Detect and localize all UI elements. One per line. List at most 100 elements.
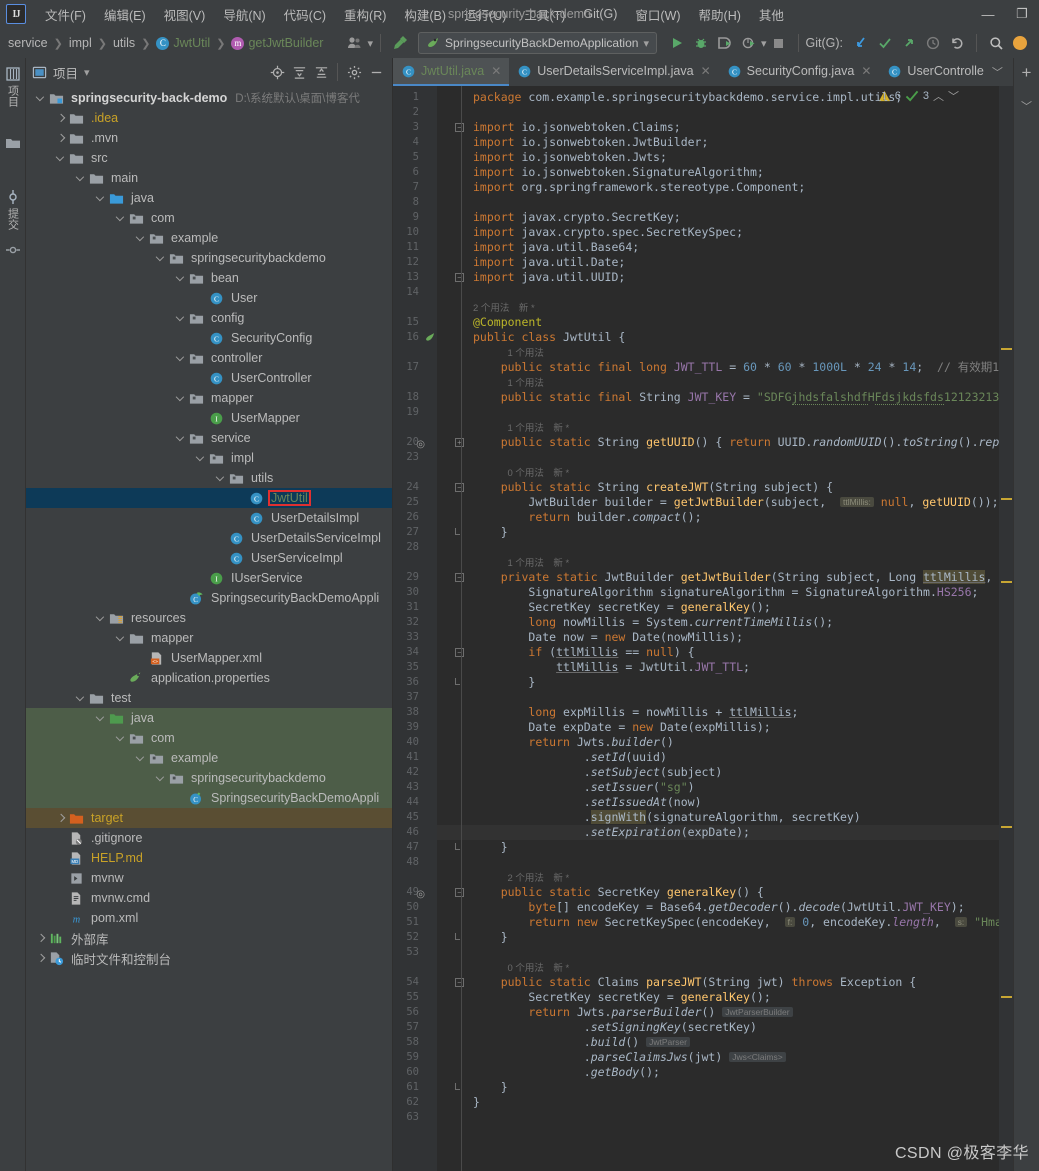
- chevron-down-icon[interactable]: ▾: [84, 66, 90, 79]
- git-push-icon[interactable]: [897, 31, 921, 55]
- tree-node-service[interactable]: service: [26, 428, 392, 448]
- code-line[interactable]: 1 个用法 新 *: [437, 420, 999, 435]
- code-line[interactable]: }: [437, 840, 999, 855]
- chevron-down-icon[interactable]: ﹀: [992, 64, 1003, 80]
- gutter-line[interactable]: 61: [393, 1080, 437, 1095]
- chevron-down-icon[interactable]: [116, 633, 127, 644]
- chevron-right-icon[interactable]: [56, 133, 67, 144]
- gutter-line[interactable]: 58: [393, 1035, 437, 1050]
- gutter-line[interactable]: 35: [393, 660, 437, 675]
- fold-expand-icon[interactable]: +: [455, 438, 464, 447]
- menu-view[interactable]: 视图(V): [155, 1, 215, 28]
- tree-node-springsecuritybackdemo[interactable]: springsecuritybackdemo: [26, 248, 392, 268]
- code-line[interactable]: [437, 540, 999, 555]
- code-line[interactable]: return builder.compact();: [437, 510, 999, 525]
- run-with-coverage-icon[interactable]: [713, 31, 737, 55]
- code-line[interactable]: [437, 855, 999, 870]
- gutter-line[interactable]: 13: [393, 270, 437, 285]
- search-icon[interactable]: [984, 31, 1008, 55]
- tree-node-user[interactable]: C User: [26, 288, 392, 308]
- sidebar-tab-commit[interactable]: 提交: [5, 189, 21, 230]
- code-line[interactable]: import javax.crypto.SecretKey;: [437, 210, 999, 225]
- tree-node-mvnw[interactable]: mvnw: [26, 868, 392, 888]
- chevron-down-icon[interactable]: [76, 693, 87, 704]
- gutter-line[interactable]: 28: [393, 540, 437, 555]
- spring-bean-gutter-icon[interactable]: [425, 332, 437, 344]
- profiler-icon[interactable]: [737, 31, 761, 55]
- stop-icon[interactable]: [767, 31, 791, 55]
- code-line[interactable]: .setId(uuid): [437, 750, 999, 765]
- gutter-line[interactable]: 36: [393, 675, 437, 690]
- git-commit-icon[interactable]: [873, 31, 897, 55]
- code-line[interactable]: .setSigningKey(secretKey): [437, 1020, 999, 1035]
- editor-tab-userdetailsserviceimpl-java[interactable]: C UserDetailsServiceImpl.java ✕: [509, 58, 718, 86]
- chevron-down-icon[interactable]: [176, 273, 187, 284]
- gutter-line[interactable]: [393, 870, 437, 885]
- gutter-line[interactable]: 42: [393, 765, 437, 780]
- gutter-line[interactable]: 34: [393, 645, 437, 660]
- tree-node-main[interactable]: main: [26, 168, 392, 188]
- gutter-line[interactable]: 52: [393, 930, 437, 945]
- tree-node-utils[interactable]: utils: [26, 468, 392, 488]
- code-line[interactable]: long expMillis = nowMillis + ttlMillis;: [437, 705, 999, 720]
- gutter-line[interactable]: 10: [393, 225, 437, 240]
- chevron-down-icon[interactable]: [96, 613, 107, 624]
- gutter-line[interactable]: 17: [393, 360, 437, 375]
- menu-help[interactable]: 帮助(H): [690, 1, 750, 28]
- gutter-line[interactable]: [393, 960, 437, 975]
- code-line[interactable]: .setIssuer("sg"): [437, 780, 999, 795]
- code-line[interactable]: − import java.util.UUID;: [437, 270, 999, 285]
- breadcrumb-getjwtbuilder[interactable]: m getJwtBuilder: [227, 34, 327, 52]
- menu-navigate[interactable]: 导航(N): [214, 1, 274, 28]
- code-line[interactable]: }: [437, 1095, 999, 1110]
- code-line[interactable]: 2 个用法 新 *: [437, 300, 999, 315]
- gutter-line[interactable]: 7: [393, 180, 437, 195]
- gutter-line[interactable]: 2: [393, 105, 437, 120]
- code-line[interactable]: import java.util.Date;: [437, 255, 999, 270]
- code-line[interactable]: import io.jsonwebtoken.SignatureAlgorith…: [437, 165, 999, 180]
- code-line[interactable]: SignatureAlgorithm signatureAlgorithm = …: [437, 585, 999, 600]
- code-line[interactable]: import io.jsonwebtoken.JwtBuilder;: [437, 135, 999, 150]
- gutter-line[interactable]: 53: [393, 945, 437, 960]
- gutter-line[interactable]: 63: [393, 1110, 437, 1125]
- gutter-line[interactable]: 33: [393, 630, 437, 645]
- gutter-line[interactable]: 6: [393, 165, 437, 180]
- history-icon[interactable]: [921, 31, 945, 55]
- tree-node-jwtutil[interactable]: C JwtUtil: [26, 488, 392, 508]
- tree-node-usercontroller[interactable]: C UserController: [26, 368, 392, 388]
- tree-node-usermapper[interactable]: I UserMapper: [26, 408, 392, 428]
- tree-node-com[interactable]: com: [26, 728, 392, 748]
- code-line[interactable]: SecretKey secretKey = generalKey();: [437, 600, 999, 615]
- chevron-down-icon[interactable]: [116, 733, 127, 744]
- code-line[interactable]: [437, 105, 999, 120]
- hide-panel-icon[interactable]: [366, 62, 386, 82]
- code-line[interactable]: Date expDate = new Date(expMillis);: [437, 720, 999, 735]
- gutter-line[interactable]: 31: [393, 600, 437, 615]
- code-line[interactable]: import javax.crypto.spec.SecretKeySpec;: [437, 225, 999, 240]
- code-line[interactable]: public static final String JWT_KEY = "SD…: [437, 390, 999, 405]
- chevron-right-icon[interactable]: [36, 953, 47, 964]
- menu-refactor[interactable]: 重构(R): [335, 1, 395, 28]
- user-icon[interactable]: [343, 31, 367, 55]
- usage-gutter-icon[interactable]: ◎: [413, 887, 425, 900]
- code-line[interactable]: [437, 1110, 999, 1125]
- code-line[interactable]: − public static SecretKey generalKey() {: [437, 885, 999, 900]
- locate-icon[interactable]: [267, 62, 287, 82]
- gutter-line[interactable]: [393, 555, 437, 570]
- gutter-line[interactable]: 55: [393, 990, 437, 1005]
- gutter-line[interactable]: 39: [393, 720, 437, 735]
- gutter-line[interactable]: 62: [393, 1095, 437, 1110]
- gutter-line[interactable]: 40: [393, 735, 437, 750]
- code-line[interactable]: }: [437, 930, 999, 945]
- code-line[interactable]: − if (ttlMillis == null) {: [437, 645, 999, 660]
- editor-code[interactable]: 6 3 ︿ ﹀ package com.example.springsecuri…: [437, 86, 999, 1171]
- menu-tools[interactable]: 工具(T): [515, 1, 574, 28]
- gutter-line[interactable]: [393, 345, 437, 360]
- gutter-line[interactable]: 38: [393, 705, 437, 720]
- tree-node-com[interactable]: com: [26, 208, 392, 228]
- tree-node-bean[interactable]: bean: [26, 268, 392, 288]
- code-line[interactable]: SecretKey secretKey = generalKey();: [437, 990, 999, 1005]
- breadcrumb-service[interactable]: service: [4, 34, 52, 52]
- chevron-down-icon[interactable]: [156, 773, 167, 784]
- code-line[interactable]: import java.util.Base64;: [437, 240, 999, 255]
